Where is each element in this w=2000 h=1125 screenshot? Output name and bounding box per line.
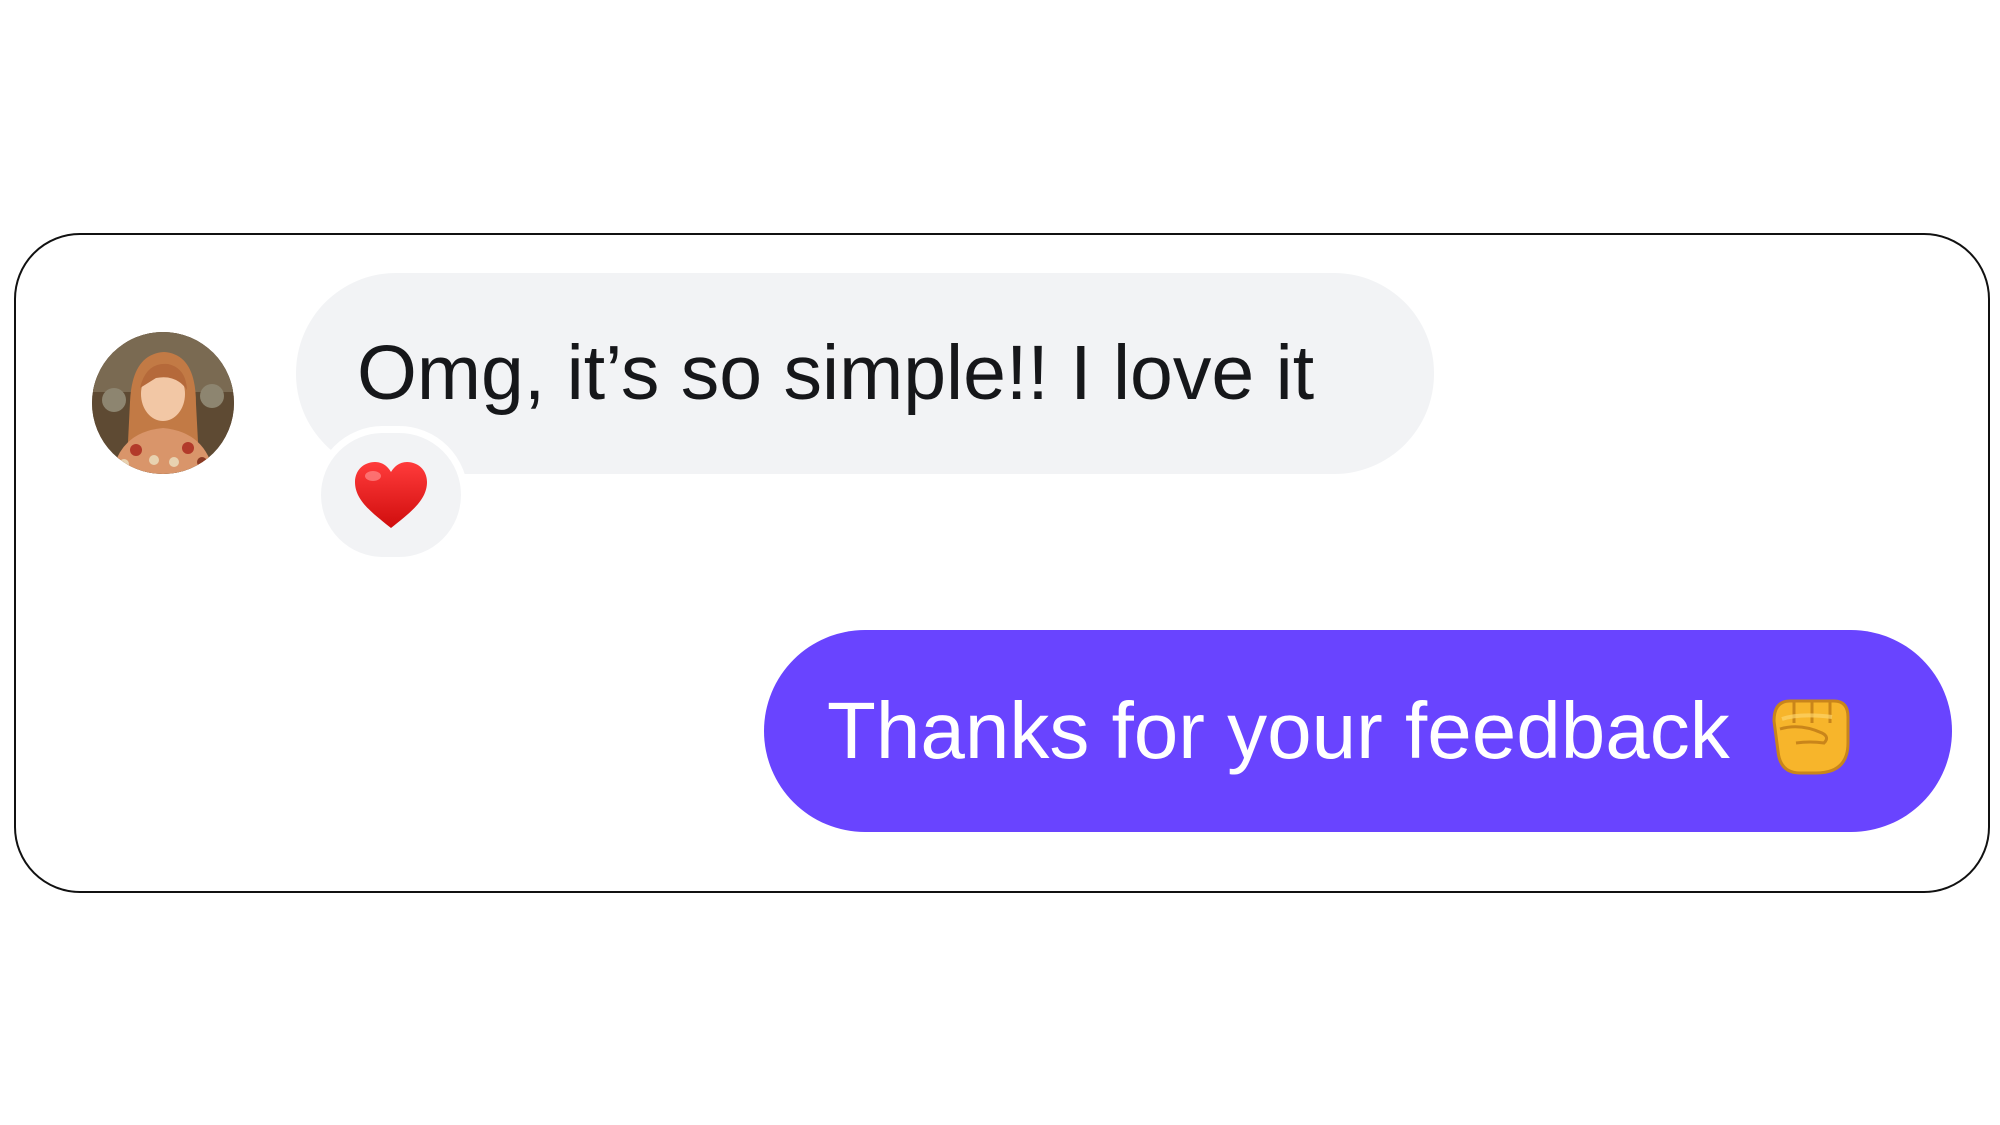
incoming-message-bubble[interactable]: Omg, it’s so simple!! I love it — [296, 273, 1434, 474]
heart-reaction[interactable] — [314, 426, 468, 564]
sender-avatar[interactable] — [92, 332, 234, 474]
raised-fist-icon — [1760, 683, 1856, 779]
outgoing-message-text: Thanks for your feedback — [827, 686, 1730, 775]
incoming-message-text: Omg, it’s so simple!! I love it — [357, 330, 1315, 416]
red-heart-icon — [355, 462, 427, 528]
avatar-photo-icon — [92, 332, 234, 474]
outgoing-message-bubble[interactable]: Thanks for your feedback — [764, 630, 1952, 832]
